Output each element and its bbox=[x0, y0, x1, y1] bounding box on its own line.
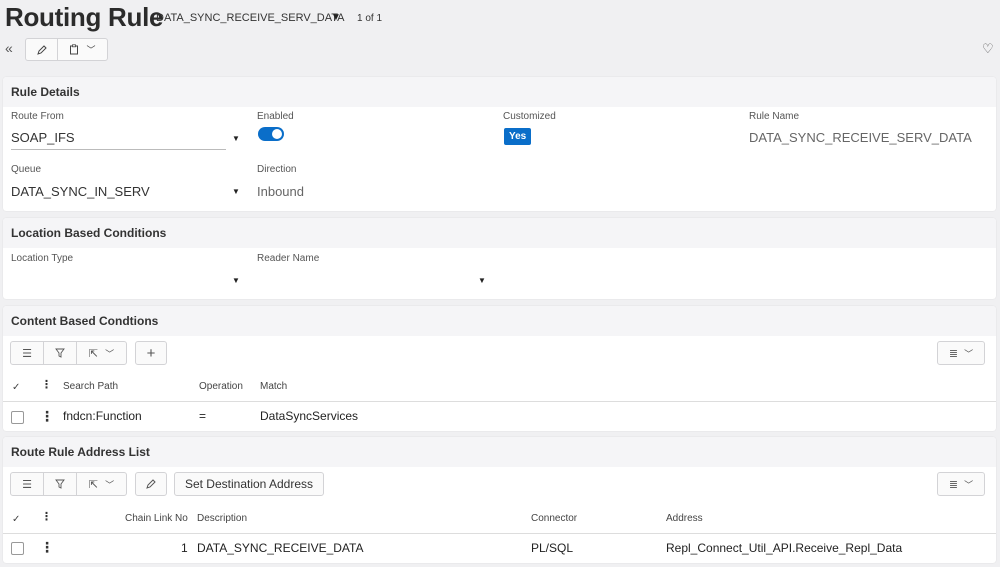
queue-value[interactable]: DATA_SYNC_IN_SERV bbox=[11, 175, 226, 199]
column-settings-button[interactable]: ≣ ﹀ bbox=[937, 472, 985, 496]
reader-name-label: Reader Name bbox=[257, 253, 320, 264]
list-icon[interactable]: ☰ bbox=[11, 473, 44, 495]
cell-operation: = bbox=[199, 409, 207, 423]
address-grid-toolbar: ☰ ⇱ ﹀ bbox=[10, 472, 127, 496]
col-chain-link-no[interactable]: Chain Link No bbox=[125, 513, 188, 524]
list-icon[interactable]: ☰ bbox=[11, 342, 44, 364]
column-settings-button[interactable]: ≣ ﹀ bbox=[937, 341, 985, 365]
location-conditions-heading: Location Based Conditions bbox=[3, 218, 996, 248]
content-conditions-heading: Content Based Condtions bbox=[3, 306, 996, 336]
enabled-label: Enabled bbox=[257, 111, 294, 122]
record-selector[interactable]: DATA_SYNC_RECEIVE_SERV_DATA bbox=[156, 12, 345, 24]
clipboard-icon bbox=[70, 44, 79, 55]
route-from-value[interactable]: SOAP_IFS bbox=[11, 125, 226, 150]
chevron-down-icon: ﹀ bbox=[105, 479, 115, 490]
direction-value: Inbound bbox=[257, 184, 304, 199]
export-menu-button[interactable]: ⇱ ﹀ bbox=[77, 473, 126, 495]
cell-connector: PL/SQL bbox=[531, 541, 574, 555]
row-checkbox[interactable] bbox=[11, 542, 24, 555]
export-icon: ⇱ bbox=[88, 478, 99, 491]
col-search-path[interactable]: Search Path bbox=[63, 381, 118, 392]
add-row-button[interactable]: + bbox=[135, 341, 167, 365]
table-settings-icon[interactable]: ≣ ﹀ bbox=[938, 342, 984, 364]
location-type-field[interactable]: Location Type bbox=[11, 253, 73, 264]
address-list-heading: Route Rule Address List bbox=[3, 437, 996, 467]
customized-field: Customized bbox=[503, 111, 556, 122]
select-all-check-icon[interactable]: ✓ bbox=[12, 382, 20, 393]
filter-icon[interactable] bbox=[44, 342, 77, 364]
rule-name-label: Rule Name bbox=[749, 111, 800, 122]
queue-field[interactable]: Queue DATA_SYNC_IN_SERV bbox=[11, 164, 226, 199]
direction-field: Direction Inbound bbox=[257, 164, 304, 199]
route-from-field[interactable]: Route From SOAP_IFS bbox=[11, 111, 226, 150]
chevron-down-icon: ﹀ bbox=[105, 348, 115, 359]
set-destination-address-button[interactable]: Set Destination Address bbox=[174, 472, 324, 496]
edit-row-button[interactable] bbox=[135, 472, 167, 496]
page-header: Routing Rule DATA_SYNC_RECEIVE_SERV_DATA… bbox=[0, 0, 1000, 72]
enabled-toggle[interactable] bbox=[258, 127, 284, 141]
rule-details-heading: Rule Details bbox=[3, 77, 996, 107]
location-conditions-panel: Location Based Conditions Location Type … bbox=[3, 218, 996, 299]
route-from-dropdown-icon[interactable]: ▼ bbox=[232, 134, 240, 143]
column-menu-icon[interactable]: ⋮ bbox=[41, 512, 52, 523]
row-menu-icon[interactable]: ⋮ bbox=[40, 540, 54, 554]
cell-match: DataSyncServices bbox=[260, 409, 359, 423]
direction-label: Direction bbox=[257, 164, 297, 175]
table-row[interactable]: ⋮ 1 DATA_SYNC_RECEIVE_DATA PL/SQL Repl_C… bbox=[3, 533, 996, 563]
record-count: 1 of 1 bbox=[357, 13, 383, 24]
reader-name-field[interactable]: Reader Name bbox=[257, 253, 319, 264]
content-conditions-panel: Content Based Condtions ☰ ⇱ ﹀ + ≣ ﹀ ✓ ⋮ … bbox=[3, 306, 996, 431]
col-address[interactable]: Address bbox=[666, 513, 703, 524]
caret-down-icon[interactable]: ▼ bbox=[331, 12, 341, 23]
queue-label: Queue bbox=[11, 164, 42, 175]
col-connector[interactable]: Connector bbox=[531, 513, 577, 524]
enabled-field: Enabled bbox=[257, 111, 294, 122]
page-title: Routing Rule bbox=[5, 2, 164, 32]
export-icon: ⇱ bbox=[88, 347, 99, 360]
col-match[interactable]: Match bbox=[260, 381, 287, 392]
reader-name-dropdown-icon[interactable]: ▼ bbox=[478, 276, 486, 285]
table-row[interactable]: ⋮ fndcn:Function = DataSyncServices bbox=[3, 401, 996, 431]
double-chevron-left-icon[interactable]: « bbox=[5, 40, 13, 56]
customized-badge: Yes bbox=[504, 128, 532, 145]
column-menu-icon[interactable]: ⋮ bbox=[41, 380, 52, 391]
rule-name-value: DATA_SYNC_RECEIVE_SERV_DATA bbox=[749, 130, 972, 145]
queue-dropdown-icon[interactable]: ▼ bbox=[232, 187, 240, 196]
select-all-check-icon[interactable]: ✓ bbox=[12, 514, 20, 525]
rule-name-field: Rule Name DATA_SYNC_RECEIVE_SERV_DATA bbox=[749, 111, 972, 145]
customized-label: Customized bbox=[503, 111, 556, 122]
row-checkbox[interactable] bbox=[11, 411, 24, 424]
col-description[interactable]: Description bbox=[197, 513, 247, 524]
row-menu-icon[interactable]: ⋮ bbox=[40, 409, 54, 423]
cell-description: DATA_SYNC_RECEIVE_DATA bbox=[197, 541, 364, 555]
pencil-icon bbox=[36, 44, 47, 55]
heart-icon[interactable]: ♡ bbox=[982, 41, 994, 57]
page-toolbar: ﹀ bbox=[25, 38, 108, 61]
cell-chain-link-no: 1 bbox=[181, 541, 188, 555]
chevron-down-icon: ﹀ bbox=[86, 45, 96, 55]
pencil-icon[interactable] bbox=[136, 473, 166, 495]
export-menu-button[interactable]: ⇱ ﹀ bbox=[77, 342, 126, 364]
rule-details-panel: Rule Details Route From SOAP_IFS ▼ Enabl… bbox=[3, 77, 996, 211]
clipboard-menu-button[interactable]: ﹀ bbox=[58, 39, 107, 60]
filter-icon[interactable] bbox=[44, 473, 77, 495]
col-operation[interactable]: Operation bbox=[199, 381, 243, 392]
plus-icon[interactable]: + bbox=[136, 342, 166, 364]
cell-address: Repl_Connect_Util_API.Receive_Repl_Data bbox=[666, 541, 903, 555]
content-grid-toolbar: ☰ ⇱ ﹀ bbox=[10, 341, 127, 365]
route-from-label: Route From bbox=[11, 111, 64, 122]
address-list-panel: Route Rule Address List ☰ ⇱ ﹀ Set Destin… bbox=[3, 437, 996, 563]
table-settings-icon[interactable]: ≣ ﹀ bbox=[938, 473, 984, 495]
cell-search-path: fndcn:Function bbox=[63, 409, 142, 423]
location-type-dropdown-icon[interactable]: ▼ bbox=[232, 276, 240, 285]
edit-button[interactable] bbox=[26, 39, 58, 60]
location-type-label: Location Type bbox=[11, 253, 74, 264]
